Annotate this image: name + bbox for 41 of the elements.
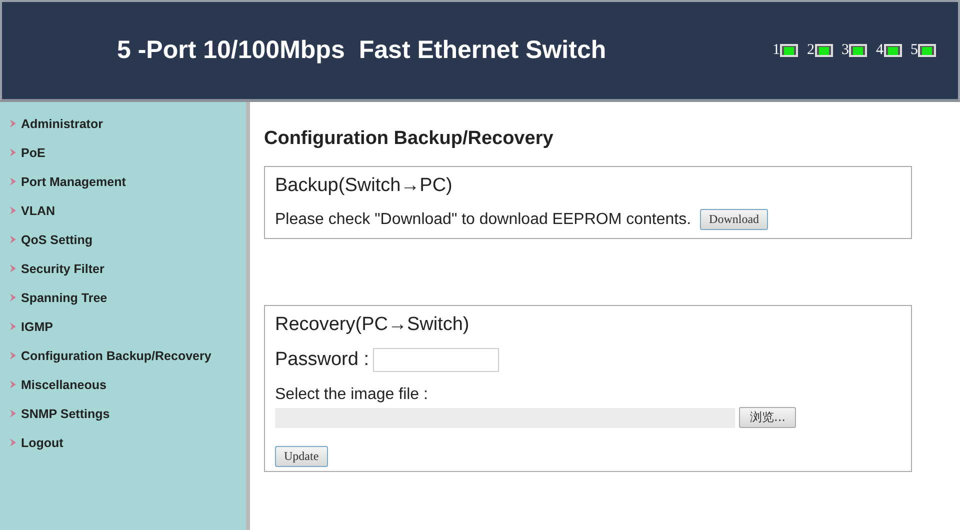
port-number: 4 [876,42,884,59]
arrow-icon [10,264,16,273]
port-number: 1 [772,42,780,59]
port-number: 5 [910,42,918,59]
section-heading: Backup(Switch→PC) [275,175,454,197]
arrow-icon [10,409,16,418]
arrow-icon [10,235,16,244]
menu-link[interactable]: VLAN [21,204,56,218]
menu-link[interactable]: IGMP [21,320,53,334]
update-button[interactable]: Update [275,446,328,467]
page-title: Configuration Backup/Recovery [264,128,554,150]
port-number: 2 [807,42,814,59]
menu-link[interactable]: Configuration Backup/Recovery [21,348,212,362]
arrow-icon [10,351,16,360]
arrow-icon [10,380,16,389]
file-label: Select the image file : [275,386,429,404]
port-number: 3 [842,42,849,59]
arrow-icon [10,119,16,128]
product-title: 5 -Port 10/100Mbps [117,36,345,65]
password-label: Password : [275,349,369,371]
arrow-icon [10,438,16,447]
browse-button[interactable]: 浏览... [739,407,796,428]
arrow-icon [10,322,16,331]
menu-link[interactable]: SNMP Settings [21,406,110,420]
menu-link[interactable]: PoE [21,146,46,160]
password-field[interactable] [372,348,499,372]
menu-link[interactable]: QoS Setting [21,232,93,246]
arrow-icon [10,206,16,215]
section-heading: Recovery(PC→Switch) [275,314,470,336]
menu-link[interactable]: Port Management [21,174,126,188]
arrow-icon [10,177,16,186]
download-button[interactable]: Download [700,209,768,230]
arrow-icon [10,148,16,157]
menu-link[interactable]: Spanning Tree [21,290,108,304]
menu-link[interactable]: Logout [21,436,64,450]
arrow-icon [10,293,16,302]
menu-link[interactable]: Security Filter [21,262,104,276]
menu-link[interactable]: Miscellaneous [21,378,106,392]
menu-link[interactable]: Administrator [21,116,103,130]
product-subtitle: Fast Ethernet Switch [358,36,606,65]
instruction-text: Please check "Download" to download EEPROM contents. [275,210,692,228]
